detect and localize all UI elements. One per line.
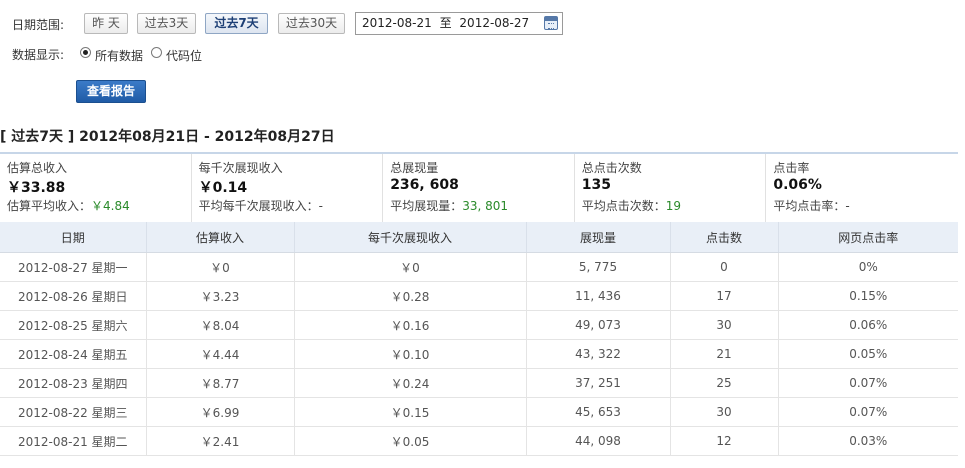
past-7-days-button[interactable]: 过去7天 (205, 13, 268, 34)
date-range-label: 日期范围: (12, 18, 65, 32)
cell-impressions: 11, 436 (526, 281, 671, 311)
period-title: [ 过去7天 ] 2012年08月21日 - 2012年08月27日 (0, 129, 335, 145)
cell-rpm: ￥0.16 (294, 310, 527, 340)
cell-date: 2012-08-25 星期六 (0, 310, 147, 340)
data-display-label: 数据显示: (12, 48, 65, 62)
radio-code-slot-label: 代码位 (166, 49, 203, 63)
cell-impressions: 43, 322 (526, 339, 671, 369)
metric-value: 0.06% (773, 177, 822, 193)
metric-estimated-revenue: 估算总收入 ￥33.88 估算平均收入：￥4.84 (0, 154, 192, 224)
cell-revenue: ￥4.44 (146, 339, 295, 369)
metric-average: 平均每千次展现收入：- (198, 199, 323, 213)
cell-revenue: ￥8.04 (146, 310, 295, 340)
cell-clicks: 0 (670, 252, 779, 282)
cell-date: 2012-08-21 星期二 (0, 426, 147, 456)
table-row: 2012-08-22 星期三 ￥6.99 ￥0.15 45, 653 30 0.… (0, 397, 958, 427)
cell-date: 2012-08-23 星期四 (0, 368, 147, 398)
cell-rpm: ￥0 (294, 252, 527, 282)
cell-ctr: 0.07% (778, 368, 958, 398)
radio-all-data[interactable] (80, 47, 91, 58)
metric-average: 平均点击率：- (773, 199, 850, 213)
date-to: 2012-08-27 (459, 16, 530, 30)
cell-rpm: ￥0.28 (294, 281, 527, 311)
table-row: 2012-08-21 星期二 ￥2.41 ￥0.05 44, 098 12 0.… (0, 426, 958, 456)
cell-rpm: ￥0.05 (294, 426, 527, 456)
past-3-days-button[interactable]: 过去3天 (137, 13, 196, 34)
cell-revenue: ￥8.77 (146, 368, 295, 398)
cell-date: 2012-08-24 星期五 (0, 339, 147, 369)
cell-date: 2012-08-27 星期一 (0, 252, 147, 282)
cell-date: 2012-08-26 星期日 (0, 281, 147, 311)
radio-code-slot[interactable] (151, 47, 162, 58)
radio-all-data-label: 所有数据 (95, 49, 144, 63)
metric-value: ￥0.14 (198, 180, 248, 196)
metric-average: 估算平均收入：￥4.84 (7, 199, 130, 213)
cell-revenue: ￥6.99 (146, 397, 295, 427)
cell-clicks: 21 (670, 339, 779, 369)
metric-label: 估算总收入 (7, 161, 68, 175)
column-header-date[interactable]: 日期 (0, 222, 147, 253)
cell-clicks: 12 (670, 426, 779, 456)
column-header-ctr[interactable]: 网页点击率 (778, 222, 958, 253)
table-row: 2012-08-27 星期一 ￥0 ￥0 5, 775 0 0% (0, 252, 958, 282)
cell-clicks: 30 (670, 397, 779, 427)
metric-label: 每千次展现收入 (198, 161, 283, 175)
date-separator: 至 (439, 16, 452, 30)
column-header-rpm[interactable]: 每千次展现收入 (294, 222, 527, 253)
table-row: 2012-08-25 星期六 ￥8.04 ￥0.16 49, 073 30 0.… (0, 310, 958, 340)
cell-ctr: 0.05% (778, 339, 958, 369)
metric-average: 平均点击次数：19 (581, 199, 682, 213)
metric-value: 135 (581, 177, 612, 193)
calendar-icon[interactable] (544, 16, 558, 30)
cell-rpm: ￥0.24 (294, 368, 527, 398)
cell-rpm: ￥0.15 (294, 397, 527, 427)
table-header-row: 日期 估算收入 每千次展现收入 展现量 点击数 网页点击率 (0, 222, 958, 253)
cell-impressions: 49, 073 (526, 310, 671, 340)
cell-ctr: 0.06% (778, 310, 958, 340)
cell-impressions: 45, 653 (526, 397, 671, 427)
view-report-button[interactable]: 查看报告 (76, 80, 146, 103)
date-range-input[interactable]: 2012-08-21 至 2012-08-27 (355, 12, 563, 35)
column-header-impressions[interactable]: 展现量 (526, 222, 671, 253)
cell-date: 2012-08-22 星期三 (0, 397, 147, 427)
cell-ctr: 0.15% (778, 281, 958, 311)
cell-clicks: 17 (670, 281, 779, 311)
metric-rpm: 每千次展现收入 ￥0.14 平均每千次展现收入：- (192, 154, 384, 224)
yesterday-button[interactable]: 昨 天 (84, 13, 128, 34)
column-header-revenue[interactable]: 估算收入 (146, 222, 295, 253)
cell-impressions: 37, 251 (526, 368, 671, 398)
summary-panel: 估算总收入 ￥33.88 估算平均收入：￥4.84 每千次展现收入 ￥0.14 … (0, 152, 958, 225)
cell-revenue: ￥2.41 (146, 426, 295, 456)
cell-revenue: ￥3.23 (146, 281, 295, 311)
cell-ctr: 0.03% (778, 426, 958, 456)
cell-clicks: 30 (670, 310, 779, 340)
metric-label: 总点击次数 (581, 161, 642, 175)
past-30-days-button[interactable]: 过去30天 (278, 13, 345, 34)
cell-impressions: 44, 098 (526, 426, 671, 456)
cell-clicks: 25 (670, 368, 779, 398)
cell-revenue: ￥0 (146, 252, 295, 282)
metric-average: 平均展现量：33, 801 (390, 199, 509, 213)
table-row: 2012-08-24 星期五 ￥4.44 ￥0.10 43, 322 21 0.… (0, 339, 958, 369)
metric-clicks: 总点击次数 135 平均点击次数：19 (575, 154, 767, 224)
date-from: 2012-08-21 (362, 16, 432, 30)
cell-ctr: 0.07% (778, 397, 958, 427)
metric-impressions: 总展现量 236, 608 平均展现量：33, 801 (383, 154, 575, 224)
table-row: 2012-08-23 星期四 ￥8.77 ￥0.24 37, 251 25 0.… (0, 368, 958, 398)
table-row: 2012-08-26 星期日 ￥3.23 ￥0.28 11, 436 17 0.… (0, 281, 958, 311)
metric-value: 236, 608 (390, 177, 459, 193)
column-header-clicks[interactable]: 点击数 (670, 222, 779, 253)
metric-value: ￥33.88 (7, 180, 66, 196)
metric-label: 总展现量 (390, 161, 439, 175)
daily-report-table: 日期 估算收入 每千次展现收入 展现量 点击数 网页点击率 2012-08-27… (0, 222, 958, 456)
metric-ctr: 点击率 0.06% 平均点击率：- (766, 154, 958, 224)
cell-rpm: ￥0.10 (294, 339, 527, 369)
cell-ctr: 0% (778, 252, 958, 282)
cell-impressions: 5, 775 (526, 252, 671, 282)
metric-label: 点击率 (773, 161, 810, 175)
